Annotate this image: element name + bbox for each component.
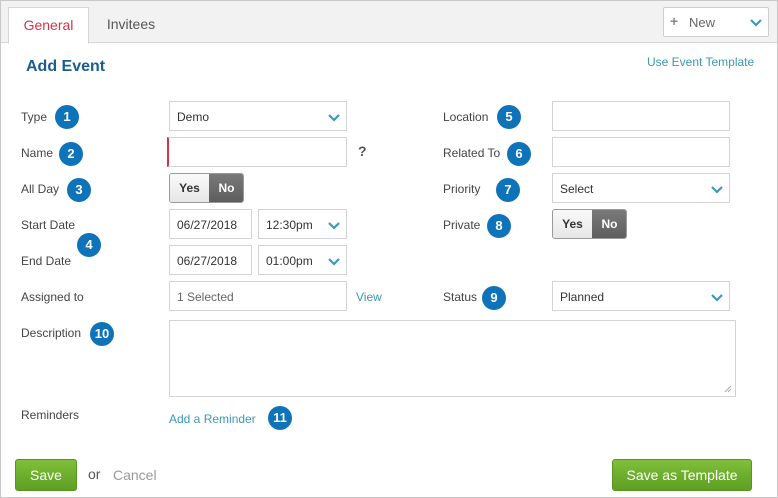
badge-1: 1 <box>55 105 79 129</box>
badge-6: 6 <box>507 142 531 166</box>
or-text: or <box>88 466 101 482</box>
chevron-down-icon <box>328 255 340 269</box>
tab-invitees[interactable]: Invitees <box>91 7 171 44</box>
start-date-value: 06/27/2018 <box>177 218 238 232</box>
private-yes[interactable]: Yes <box>553 210 592 238</box>
private-label: Private <box>443 218 481 232</box>
all-day-toggle[interactable]: Yes No <box>169 173 244 203</box>
assigned-to-input[interactable]: 1 Selected <box>169 281 347 311</box>
new-button[interactable]: + New <box>663 7 769 37</box>
private-toggle[interactable]: Yes No <box>552 209 627 239</box>
add-event-dialog: General Invitees + New Add Event Use Eve… <box>0 0 778 498</box>
badge-10: 10 <box>90 322 114 346</box>
location-input[interactable] <box>552 101 730 131</box>
all-day-label: All Day <box>21 182 60 196</box>
badge-7: 7 <box>496 178 520 202</box>
priority-label: Priority <box>443 182 481 196</box>
badge-9: 9 <box>482 286 506 310</box>
cancel-link[interactable]: Cancel <box>113 467 157 483</box>
all-day-yes[interactable]: Yes <box>170 174 209 202</box>
status-select[interactable]: Planned <box>552 281 730 311</box>
type-value: Demo <box>177 110 210 124</box>
status-label: Status <box>443 290 478 304</box>
badge-3: 3 <box>67 178 91 202</box>
status-value: Planned <box>560 290 605 304</box>
name-label: Name <box>21 146 54 160</box>
badge-8: 8 <box>487 214 511 238</box>
badge-4: 4 <box>77 233 101 257</box>
chevron-down-icon <box>750 16 762 30</box>
add-reminder-link[interactable]: Add a Reminder <box>169 412 256 426</box>
save-as-template-button[interactable]: Save as Template <box>612 459 752 491</box>
chevron-down-icon <box>711 291 723 305</box>
view-assignees-link[interactable]: View <box>356 290 382 304</box>
priority-select[interactable]: Select <box>552 173 730 203</box>
new-button-label: New <box>689 15 716 30</box>
reminders-label: Reminders <box>21 408 80 422</box>
use-event-template-link[interactable]: Use Event Template <box>647 55 754 69</box>
chevron-down-icon <box>711 183 723 197</box>
end-time-value: 01:00pm <box>266 254 313 268</box>
end-time-select[interactable]: 01:00pm <box>258 245 347 275</box>
tab-general[interactable]: General <box>8 7 89 44</box>
type-label: Type <box>21 110 48 124</box>
related-to-input[interactable] <box>552 137 730 167</box>
badge-5: 5 <box>497 105 521 129</box>
badge-2: 2 <box>59 142 83 166</box>
name-input[interactable] <box>167 137 347 167</box>
location-label: Location <box>443 110 489 124</box>
tab-bar: General Invitees + New <box>1 1 777 44</box>
assigned-to-label: Assigned to <box>21 290 84 304</box>
resize-grip-icon[interactable] <box>724 385 732 393</box>
chevron-down-icon <box>328 111 340 125</box>
start-date-input[interactable]: 06/27/2018 <box>169 209 252 239</box>
start-time-select[interactable]: 12:30pm <box>258 209 347 239</box>
start-date-label: Start Date <box>21 218 76 232</box>
related-to-label: Related To <box>443 146 501 160</box>
type-select[interactable]: Demo <box>169 101 347 131</box>
plus-icon: + <box>670 13 679 29</box>
end-date-value: 06/27/2018 <box>177 254 238 268</box>
priority-value: Select <box>560 182 594 196</box>
page-title: Add Event <box>26 58 106 75</box>
chevron-down-icon <box>328 219 340 233</box>
all-day-no[interactable]: No <box>209 174 243 202</box>
end-date-input[interactable]: 06/27/2018 <box>169 245 252 275</box>
help-icon[interactable]: ? <box>358 143 367 159</box>
save-button[interactable]: Save <box>15 459 77 491</box>
badge-11: 11 <box>268 406 292 430</box>
description-textarea[interactable] <box>169 320 736 397</box>
end-date-label: End Date <box>21 254 72 268</box>
description-label: Description <box>21 326 82 340</box>
assigned-to-value: 1 Selected <box>177 290 234 304</box>
private-no[interactable]: No <box>592 210 626 238</box>
start-time-value: 12:30pm <box>266 218 313 232</box>
